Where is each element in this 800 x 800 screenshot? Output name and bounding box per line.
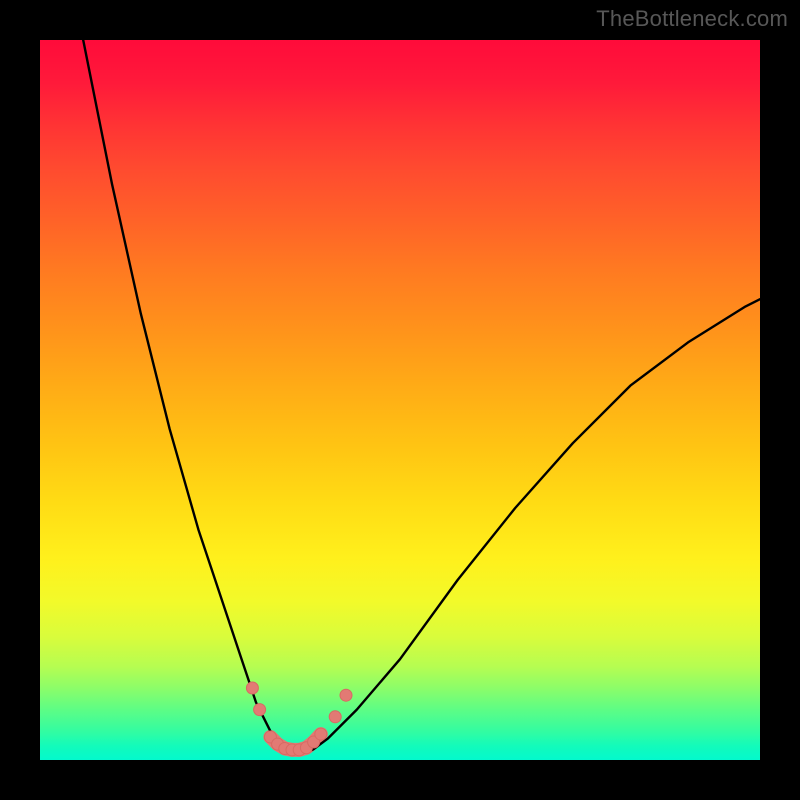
plot-area: [40, 40, 760, 760]
highlight-dot: [315, 728, 327, 740]
bottleneck-curve: [83, 40, 760, 753]
highlight-dot: [254, 704, 266, 716]
highlight-markers: [246, 682, 352, 756]
curve-layer: [40, 40, 760, 760]
highlight-dot: [329, 711, 341, 723]
watermark-text: TheBottleneck.com: [596, 6, 788, 32]
highlight-dot: [246, 682, 258, 694]
chart-frame: TheBottleneck.com: [0, 0, 800, 800]
highlight-dot: [340, 689, 352, 701]
